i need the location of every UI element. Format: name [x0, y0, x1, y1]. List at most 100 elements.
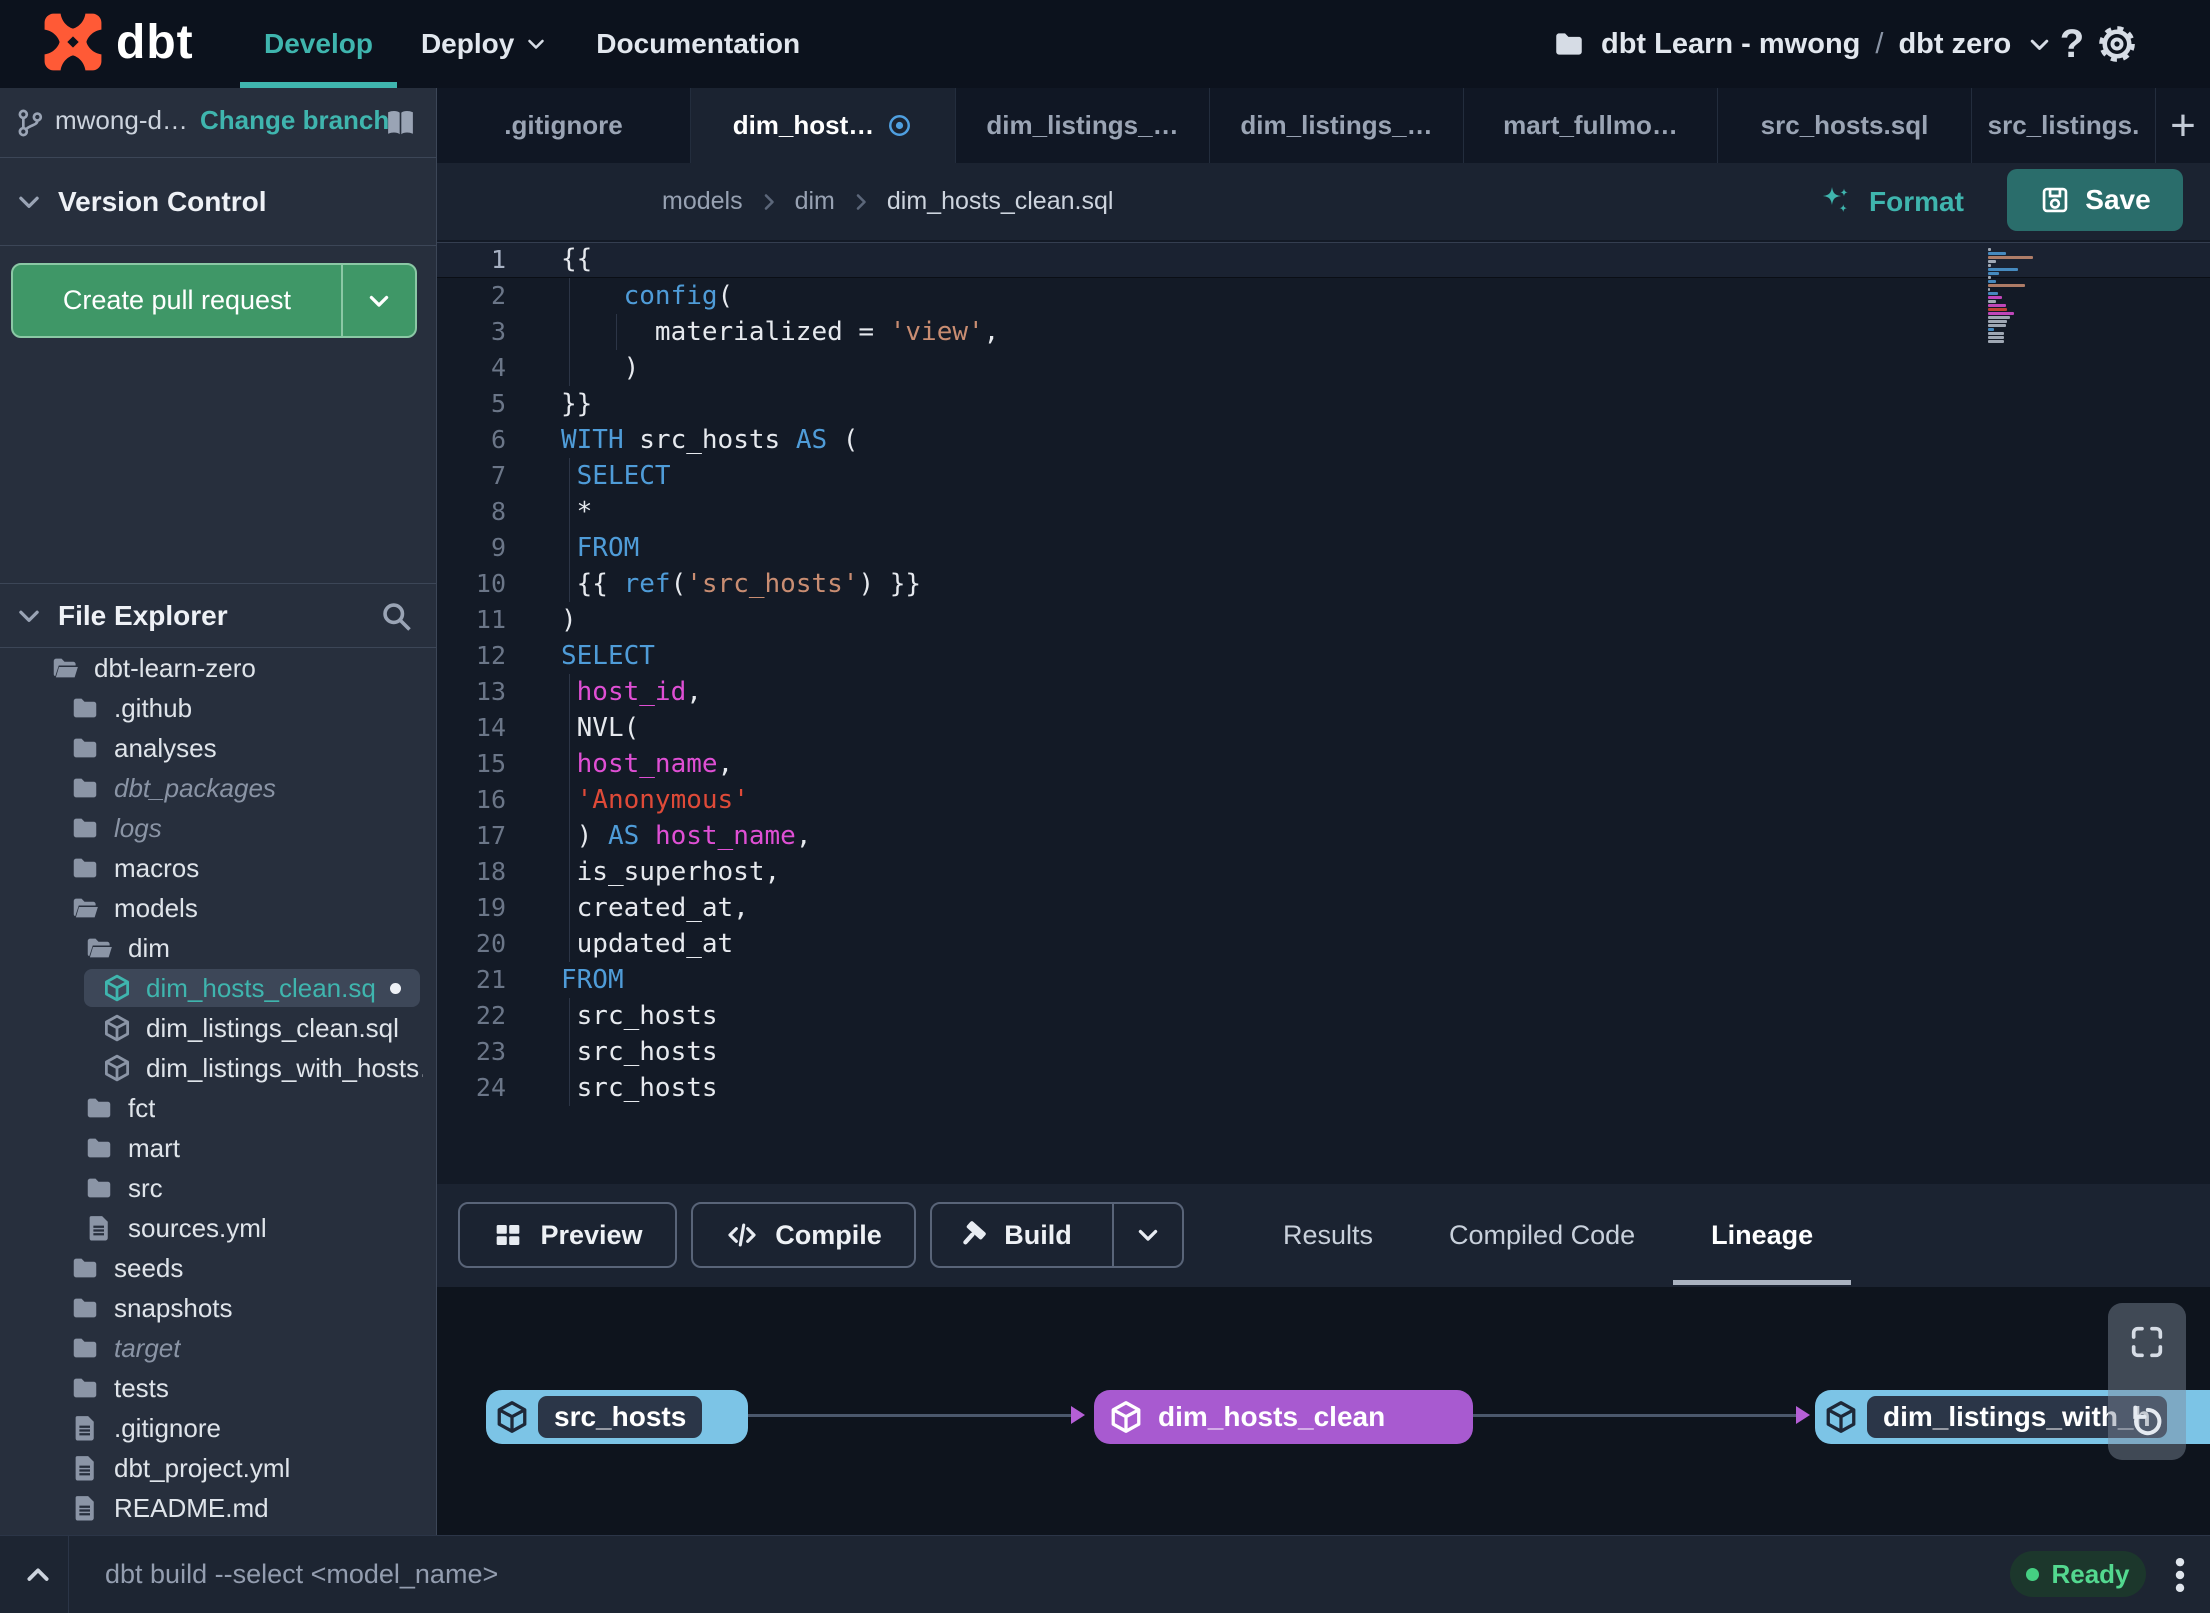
code-line-18[interactable]: 18 is_superhost,: [437, 854, 2210, 890]
dbt-logo[interactable]: dbt: [42, 11, 194, 73]
code-line-5[interactable]: 5}}: [437, 386, 2210, 422]
code-line-16[interactable]: 16 'Anonymous': [437, 782, 2210, 818]
code-editor[interactable]: 1{{2 config(3 materialized = 'view', 4 ) 5…: [437, 240, 2210, 1184]
folder-item-logs[interactable]: logs: [0, 808, 436, 848]
code-line-9[interactable]: 9 FROM: [437, 530, 2210, 566]
help-button[interactable]: ?: [2050, 0, 2094, 88]
nav-item-develop[interactable]: Develop: [240, 0, 397, 88]
code-line-3[interactable]: 3 materialized = 'view',: [437, 314, 2210, 350]
code-line-12[interactable]: 12 SELECT: [437, 638, 2210, 674]
unsaved-dot-icon: [390, 982, 401, 994]
code-line-4[interactable]: 4 ): [437, 350, 2210, 386]
status-bar: dbt build --select <model_name> Ready: [0, 1535, 2210, 1613]
tab-src_listings[interactable]: src_listings.: [1972, 88, 2156, 163]
code-line-14[interactable]: 14 NVL(: [437, 710, 2210, 746]
minimap[interactable]: [1988, 248, 2058, 344]
tab-gitignore[interactable]: .gitignore: [437, 88, 691, 163]
folder-item-models[interactable]: models: [0, 888, 436, 928]
file-item-dbt_project.yml[interactable]: dbt_project.yml: [0, 1448, 436, 1488]
create-pull-request-label[interactable]: Create pull request: [13, 265, 341, 336]
compile-button[interactable]: Compile: [691, 1202, 916, 1268]
file-item-.gitignore[interactable]: .gitignore: [0, 1408, 436, 1448]
nav-item-deploy[interactable]: Deploy: [397, 0, 572, 88]
format-button[interactable]: Format: [1817, 163, 1964, 240]
nav-item-documentation[interactable]: Documentation: [572, 0, 824, 88]
project-name: dbt Learn - mwong: [1601, 27, 1861, 60]
breadcrumb-item[interactable]: models: [662, 187, 743, 216]
tab-dim_host[interactable]: dim_host…: [691, 88, 956, 163]
file-item-sources.yml[interactable]: sources.yml: [0, 1208, 436, 1248]
tab-results[interactable]: Results: [1245, 1184, 1411, 1287]
lineage-panel[interactable]: src_hosts dim_hosts_clean dim_listings_wit…: [437, 1287, 2210, 1535]
code-line-11[interactable]: 11): [437, 602, 2210, 638]
folder-item-snapshots[interactable]: snapshots: [0, 1288, 436, 1328]
breadcrumb-item[interactable]: dim_hosts_clean.sql: [887, 187, 1114, 216]
folder-item-seeds[interactable]: seeds: [0, 1248, 436, 1288]
new-tab-button[interactable]: +: [2156, 88, 2210, 163]
file-item-README.md[interactable]: README.md: [0, 1488, 436, 1528]
lineage-controls[interactable]: [2108, 1303, 2186, 1460]
code-line-2[interactable]: 2 config(: [437, 278, 2210, 314]
chevron-up-icon[interactable]: [22, 1559, 54, 1591]
code-line-24[interactable]: 24 src_hosts: [437, 1070, 2210, 1106]
settings-gear-icon[interactable]: [2096, 23, 2138, 65]
save-button[interactable]: Save: [2007, 169, 2183, 231]
folder-item-dbt_packages[interactable]: dbt_packages: [0, 768, 436, 808]
code-line-8[interactable]: 8 *: [437, 494, 2210, 530]
code-line-15[interactable]: 15 host_name,: [437, 746, 2210, 782]
tab-src_hosts-sql[interactable]: src_hosts.sql: [1718, 88, 1972, 163]
docs-book-icon[interactable]: [384, 106, 417, 139]
code-text: host_name,: [576, 749, 734, 779]
code-line-21[interactable]: 21 FROM: [437, 962, 2210, 998]
search-icon[interactable]: [378, 598, 414, 634]
fullscreen-icon[interactable]: [2127, 1322, 2167, 1362]
tab-lineage[interactable]: Lineage: [1673, 1184, 1852, 1287]
refresh-rotate-icon[interactable]: [2127, 1401, 2167, 1441]
change-branch-link[interactable]: Change branch: [200, 105, 389, 136]
breadcrumb-item[interactable]: dim: [795, 187, 835, 216]
tab-mart_fullmo[interactable]: mart_fullmo…: [1464, 88, 1718, 163]
folder-item-dbt-learn-zero[interactable]: dbt-learn-zero: [0, 648, 436, 688]
folder-item-mart[interactable]: mart: [0, 1128, 436, 1168]
tree-item-label: tests: [114, 1372, 169, 1403]
tab-dim_listings_[interactable]: dim_listings_…: [956, 88, 1210, 163]
folder-item-dim[interactable]: dim: [0, 928, 436, 968]
pr-dropdown-caret[interactable]: [341, 265, 415, 336]
code-line-17[interactable]: 17 ) AS host_name,: [437, 818, 2210, 854]
folder-item-macros[interactable]: macros: [0, 848, 436, 888]
code-line-6[interactable]: 6 WITH src_hosts AS (: [437, 422, 2210, 458]
lineage-node-dim_hosts_clean[interactable]: dim_hosts_clean: [1094, 1390, 1473, 1444]
code-line-23[interactable]: 23 src_hosts: [437, 1034, 2210, 1070]
file-item-dim_listings_with_hosts-[interactable]: dim_listings_with_hosts…: [0, 1048, 436, 1088]
tree-item-label: analyses: [114, 732, 217, 763]
preview-button[interactable]: Preview: [458, 1202, 677, 1268]
file-explorer-header[interactable]: File Explorer: [0, 583, 436, 648]
version-control-header[interactable]: Version Control: [0, 158, 436, 246]
create-pull-request-button[interactable]: Create pull request: [11, 263, 417, 338]
command-input[interactable]: dbt build --select <model_name>: [105, 1536, 498, 1613]
project-selector[interactable]: dbt Learn - mwong / dbt zero: [1552, 0, 2053, 88]
kebab-menu-icon[interactable]: [2158, 1553, 2202, 1597]
code-line-19[interactable]: 19 created_at,: [437, 890, 2210, 926]
tab-compiled-code[interactable]: Compiled Code: [1411, 1184, 1673, 1287]
tab-dim_listings_[interactable]: dim_listings_…: [1210, 88, 1464, 163]
build-button[interactable]: Build: [930, 1202, 1184, 1268]
code-line-22[interactable]: 22 src_hosts: [437, 998, 2210, 1034]
code-line-13[interactable]: 13 host_id,: [437, 674, 2210, 710]
build-main[interactable]: Build: [932, 1204, 1096, 1266]
code-line-10[interactable]: 10 {{ ref('src_hosts') }}: [437, 566, 2210, 602]
folder-item-analyses[interactable]: analyses: [0, 728, 436, 768]
folder-item-fct[interactable]: fct: [0, 1088, 436, 1128]
build-dropdown-caret[interactable]: [1112, 1204, 1182, 1266]
lineage-node-src_hosts[interactable]: src_hosts: [486, 1390, 748, 1444]
folder-item-target[interactable]: target: [0, 1328, 436, 1368]
code-line-1[interactable]: 1 {{: [437, 242, 2210, 278]
folder-item-.github[interactable]: .github: [0, 688, 436, 728]
file-item-dim_hosts_clean.sql[interactable]: dim_hosts_clean.sql: [0, 968, 436, 1008]
code-line-20[interactable]: 20 updated_at: [437, 926, 2210, 962]
folder-item-tests[interactable]: tests: [0, 1368, 436, 1408]
code-line-7[interactable]: 7 SELECT: [437, 458, 2210, 494]
file-item-dim_listings_clean.sql[interactable]: dim_listings_clean.sql: [0, 1008, 436, 1048]
minimap-line: [1988, 284, 2025, 287]
folder-item-src[interactable]: src: [0, 1168, 436, 1208]
